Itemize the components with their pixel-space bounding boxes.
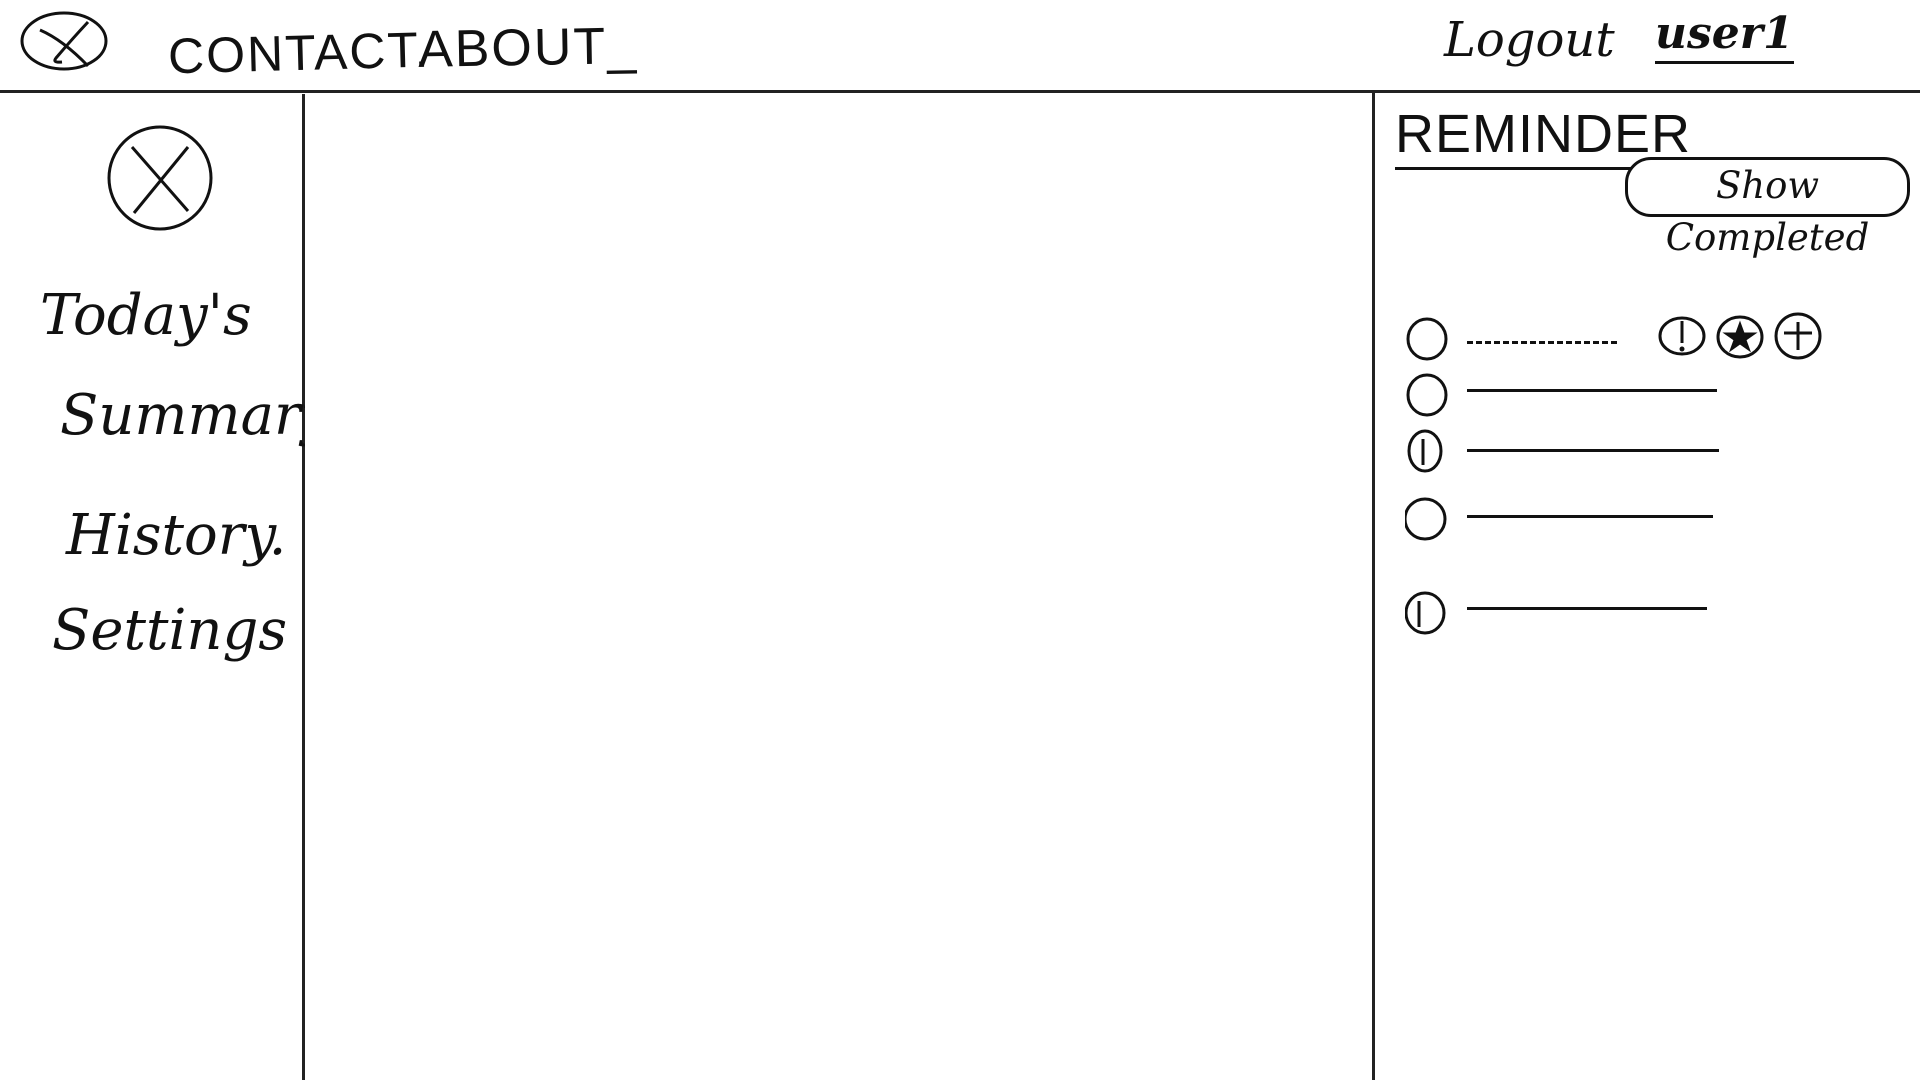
- checkbox-icon[interactable]: [1405, 589, 1449, 637]
- reminder-item: [1405, 585, 1905, 641]
- app-page: CONTACT. ABOUT_ Logout user1 Today's Sum…: [0, 0, 1920, 1080]
- reminder-item: [1405, 491, 1905, 547]
- main-content-area: [305, 93, 1372, 1080]
- sidebar-item-summary[interactable]: Summary: [60, 383, 332, 448]
- reminder-list: [1375, 93, 1920, 1080]
- nav-contact-link[interactable]: CONTACT.: [167, 21, 431, 86]
- sidebar: Today's Summary History. Settings: [0, 93, 332, 1080]
- reminder-item: [1405, 423, 1905, 479]
- reminder-item: [1405, 311, 1905, 367]
- checkbox-icon[interactable]: [1405, 315, 1449, 363]
- add-icon[interactable]: [1773, 311, 1823, 361]
- sidebar-item-settings[interactable]: Settings: [52, 598, 287, 663]
- reminder-text-line[interactable]: [1467, 515, 1713, 518]
- logo-icon: [107, 125, 213, 231]
- reminder-text-line[interactable]: [1467, 389, 1717, 392]
- checkbox-icon[interactable]: [1405, 427, 1449, 475]
- reminder-panel: REMINDER Show Completed: [1375, 93, 1920, 1080]
- alert-icon[interactable]: [1657, 311, 1707, 361]
- checkbox-icon[interactable]: [1405, 495, 1449, 543]
- top-bar: CONTACT. ABOUT_ Logout user1: [0, 0, 1920, 93]
- sidebar-item-history[interactable]: History.: [66, 503, 286, 568]
- nav-about-link[interactable]: ABOUT_: [417, 16, 639, 80]
- reminder-text-line[interactable]: [1467, 449, 1719, 452]
- reminder-input-line[interactable]: [1467, 341, 1617, 344]
- star-icon[interactable]: [1715, 311, 1765, 361]
- user-menu-link[interactable]: user1: [1655, 8, 1794, 64]
- logo-icon[interactable]: [18, 8, 113, 78]
- sidebar-item-todays[interactable]: Today's: [40, 283, 252, 348]
- reminder-item: [1405, 367, 1905, 423]
- checkbox-icon[interactable]: [1405, 371, 1449, 419]
- reminder-text-line[interactable]: [1467, 607, 1707, 610]
- logout-link[interactable]: Logout: [1444, 12, 1615, 68]
